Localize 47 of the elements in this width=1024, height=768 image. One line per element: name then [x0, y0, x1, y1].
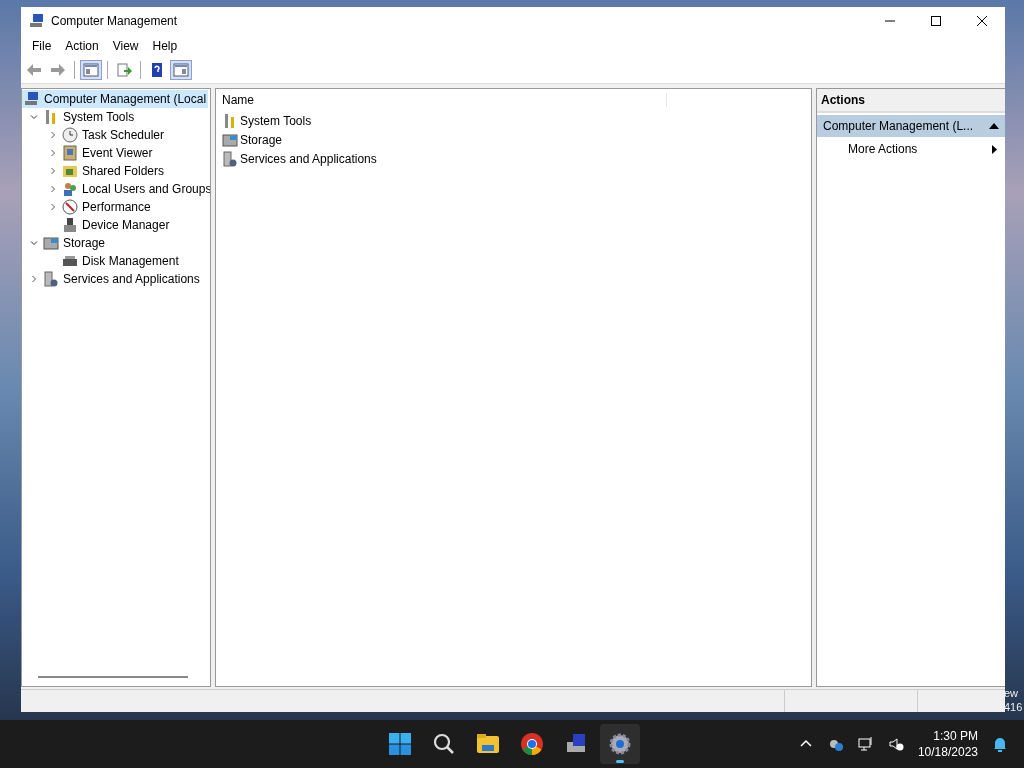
- tree-item[interactable]: Disk Management: [60, 252, 181, 270]
- list-item[interactable]: Services and Applications: [240, 151, 377, 166]
- tree-item[interactable]: Computer Management (Local: [22, 90, 209, 108]
- collapse-triangle-icon[interactable]: [989, 123, 999, 129]
- console-tree-icon[interactable]: [80, 60, 102, 80]
- menu-item[interactable]: View: [105, 39, 146, 53]
- tree-item[interactable]: Device Manager: [60, 216, 172, 234]
- muted-speaker-icon[interactable]: [887, 736, 904, 752]
- server-icon: [43, 271, 59, 287]
- tree-item[interactable]: Storage: [41, 234, 108, 252]
- clock-time[interactable]: 1:30 PM: [933, 728, 978, 744]
- watermark-text: ew: [1004, 686, 1020, 700]
- column-header[interactable]: Name: [216, 93, 667, 107]
- clock-date[interactable]: 10/18/2023: [917, 744, 978, 760]
- tree-item[interactable]: System Tools: [41, 108, 137, 126]
- list-item[interactable]: Storage: [240, 132, 283, 147]
- tree-item[interactable]: Event Viewer: [60, 144, 155, 162]
- watermark-text: 416: [1004, 700, 1023, 714]
- device-icon: [62, 217, 78, 233]
- submenu-arrow-icon: [992, 144, 997, 154]
- menu-item[interactable]: File: [25, 39, 59, 53]
- action-section[interactable]: Computer Management (L...: [817, 115, 1005, 137]
- list-item[interactable]: System Tools: [240, 113, 312, 128]
- gauge-icon: [62, 199, 78, 215]
- tree-item[interactable]: Task Scheduler: [60, 126, 167, 144]
- folder-icon: [62, 163, 78, 179]
- log-icon: [62, 145, 78, 161]
- menu-item[interactable]: Action: [58, 39, 106, 53]
- computer-icon: [24, 91, 40, 107]
- scrollbar[interactable]: [38, 676, 188, 678]
- storage-icon: [222, 131, 238, 148]
- server-icon: [222, 150, 238, 167]
- tree-item[interactable]: Services and Applications: [41, 270, 202, 288]
- action-link[interactable]: More Actions: [848, 142, 918, 156]
- tree-item[interactable]: Performance: [60, 198, 153, 216]
- network-icon[interactable]: [857, 736, 874, 752]
- users-icon: [62, 181, 78, 197]
- disk-icon: [62, 253, 78, 269]
- menu-item[interactable]: Help: [145, 39, 185, 53]
- storage-icon: [43, 235, 59, 251]
- notification-bell-icon[interactable]: [992, 736, 1008, 752]
- clock-icon: [62, 127, 78, 143]
- settings-icon[interactable]: [600, 724, 640, 764]
- computer-icon: [29, 13, 45, 29]
- window-title: Computer Management: [51, 14, 178, 28]
- pane-header: Actions: [817, 89, 1005, 113]
- tree-item[interactable]: Shared Folders: [60, 162, 167, 180]
